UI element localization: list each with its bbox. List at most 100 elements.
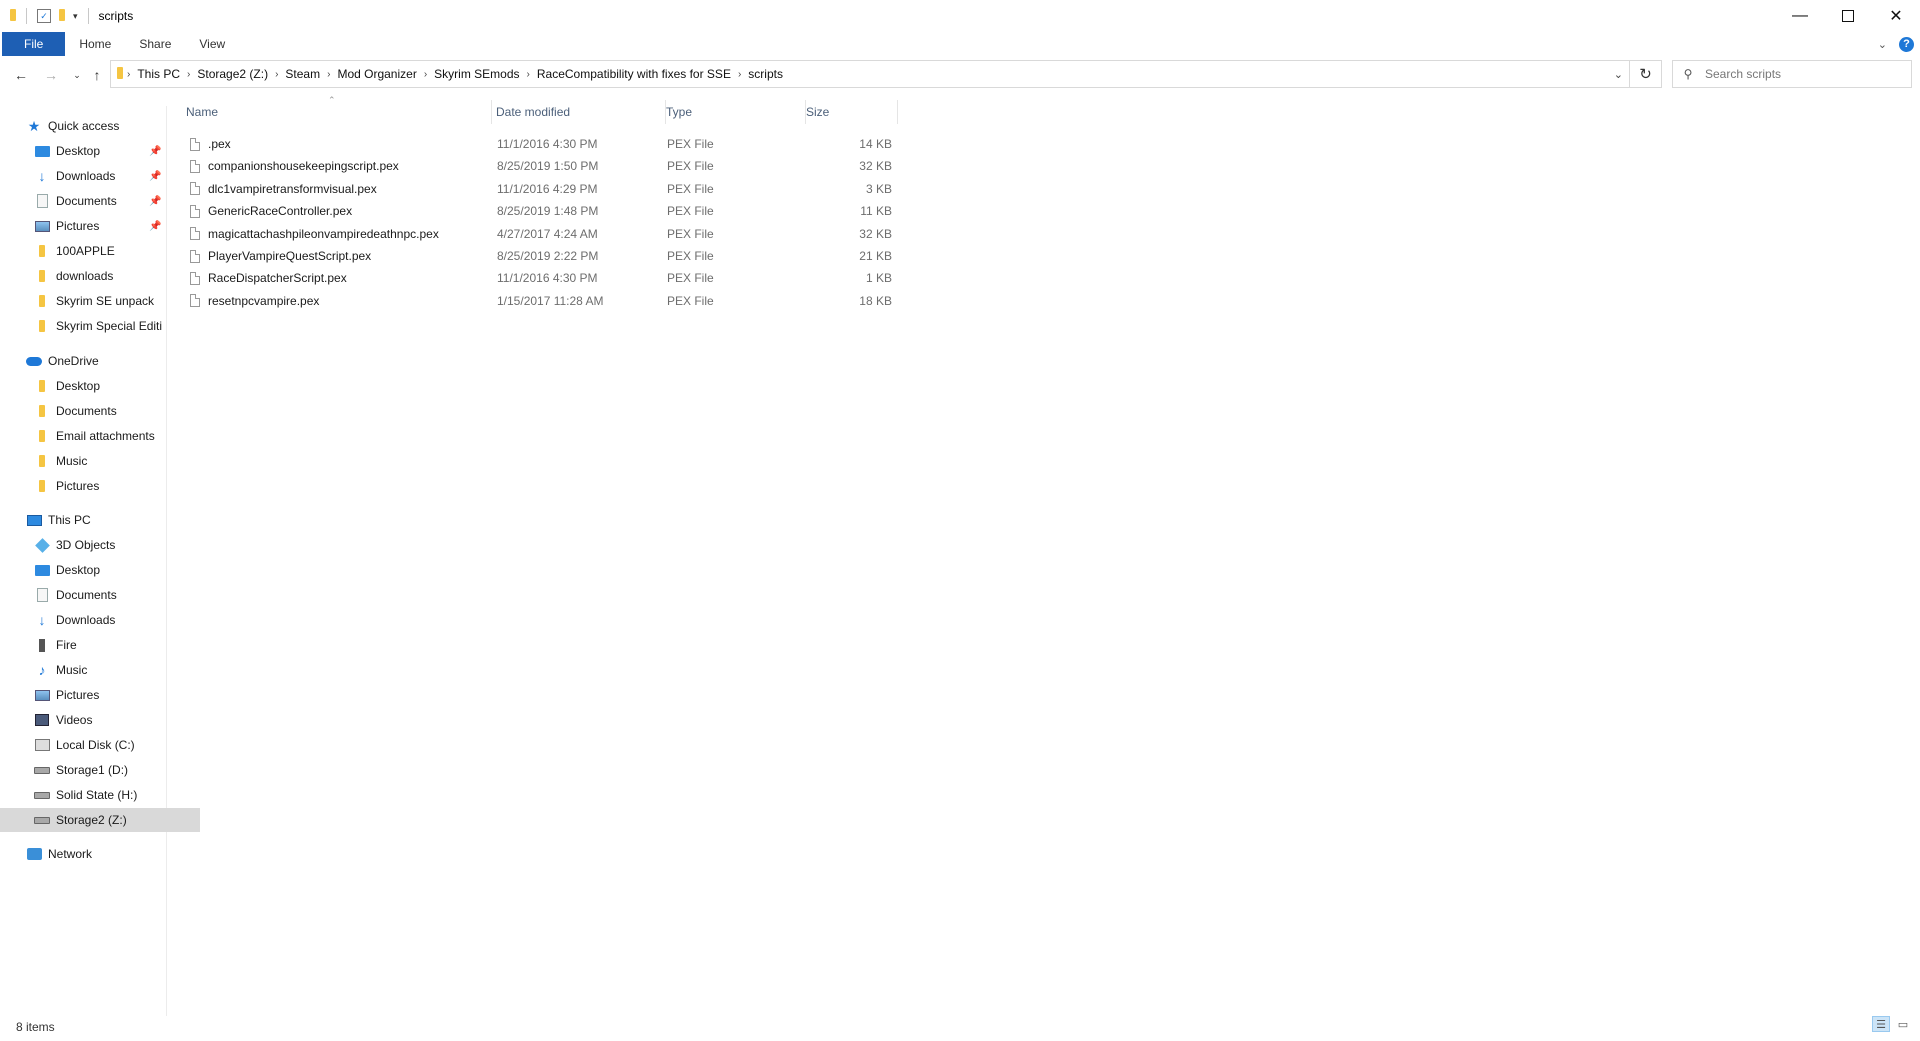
crumb-mod-organizer[interactable]: Mod Organizer [330, 67, 423, 81]
sidebar-item-documents[interactable]: Documents 📌 [0, 189, 200, 213]
file-row[interactable]: .pex 11/1/2016 4:30 PM PEX File 14 KB [186, 133, 896, 155]
close-icon[interactable]: ✕ [1872, 0, 1920, 32]
pin-icon[interactable]: 📌 [149, 221, 161, 232]
desktop-icon [34, 562, 50, 578]
crumb-scripts[interactable]: scripts [741, 67, 790, 81]
pin-icon[interactable]: 📌 [149, 146, 161, 157]
sidebar-item-onedrive-documents[interactable]: Documents [0, 399, 200, 423]
column-header-name[interactable]: Name [186, 100, 492, 124]
column-header-size[interactable]: Size [806, 100, 898, 124]
file-icon [190, 133, 200, 155]
crumb-racecompatibility[interactable]: RaceCompatibility with fixes for SSE [530, 67, 738, 81]
sidebar-item-solid-state-h[interactable]: Solid State (H:) [0, 783, 200, 807]
file-name: dlc1vampiretransformvisual.pex [208, 181, 377, 196]
sidebar-item-onedrive[interactable]: OneDrive [0, 349, 192, 373]
sidebar-item-label: Quick access [48, 119, 120, 133]
sidebar-item-pc-documents[interactable]: Documents [0, 583, 200, 607]
sidebar-item-onedrive-desktop[interactable]: Desktop [0, 374, 200, 398]
file-row[interactable]: resetnpcvampire.pex 1/15/2017 11:28 AM PEX… [186, 290, 896, 312]
help-icon[interactable]: ? [1899, 36, 1914, 52]
sidebar-item-skyrim-se-unpack[interactable]: Skyrim SE unpack [0, 289, 200, 313]
sidebar-item-storage1-d[interactable]: Storage1 (D:) [0, 758, 200, 782]
large-icons-view-icon[interactable]: ▭ [1894, 1016, 1912, 1032]
file-row[interactable]: PlayerVampireQuestScript.pex 8/25/2019 2:… [186, 245, 896, 267]
search-input[interactable] [1703, 66, 1897, 82]
navigation-pane: ★ Quick access Desktop 📌 ↓ Downloads 📌 D… [0, 106, 200, 1016]
sidebar-item-desktop[interactable]: Desktop 📌 [0, 139, 200, 163]
sidebar-item-downloads[interactable]: ↓ Downloads 📌 [0, 164, 200, 188]
sidebar-item-skyrim-special-edition[interactable]: Skyrim Special Editi [0, 314, 200, 338]
sidebar-item-fire[interactable]: Fire [0, 633, 200, 657]
tab-home[interactable]: Home [65, 32, 125, 56]
sidebar-item-label: 100APPLE [56, 244, 115, 258]
crumb-storage2[interactable]: Storage2 (Z:) [190, 67, 275, 81]
file-name: magicattachashpileonvampiredeathnpc.pex [208, 226, 439, 241]
column-header-type[interactable]: Type [666, 100, 806, 124]
file-size: 14 KB [859, 137, 892, 151]
pin-icon[interactable]: 📌 [149, 171, 161, 182]
folder-icon [34, 268, 50, 284]
sidebar-item-pc-pictures[interactable]: Pictures [0, 683, 200, 707]
details-view-icon[interactable]: ☰ [1872, 1016, 1890, 1032]
crumb-steam[interactable]: Steam [278, 67, 327, 81]
file-icon [190, 155, 200, 177]
sidebar-item-onedrive-music[interactable]: Music [0, 449, 200, 473]
sidebar-item-downloads-folder[interactable]: downloads [0, 264, 200, 288]
up-icon[interactable]: ↑ [86, 62, 108, 88]
sidebar-item-label: Skyrim SE unpack [56, 294, 155, 308]
file-row[interactable]: RaceDispatcherScript.pex 11/1/2016 4:30 P… [186, 267, 896, 289]
file-row[interactable]: dlc1vampiretransformvisual.pex 11/1/2016 … [186, 178, 896, 200]
sidebar-item-3d-objects[interactable]: 3D Objects [0, 533, 200, 557]
pin-icon[interactable]: 📌 [149, 196, 161, 207]
tab-file[interactable]: File [2, 32, 66, 56]
minimize-icon[interactable]: — [1776, 0, 1824, 32]
sidebar-item-label: downloads [56, 269, 114, 283]
sidebar-item-100apple[interactable]: 100APPLE [0, 239, 200, 263]
properties-checkbox-icon[interactable]: ✓ [37, 9, 51, 23]
maximize-icon[interactable] [1824, 0, 1872, 32]
tab-view[interactable]: View [185, 32, 239, 56]
file-type: PEX File [667, 159, 714, 174]
search-box[interactable]: ⚲ [1672, 60, 1912, 88]
file-row[interactable]: magicattachashpileonvampiredeathnpc.pex 4… [186, 223, 896, 245]
expand-ribbon-icon[interactable]: ⌄ [1878, 38, 1887, 51]
customize-toolbar-icon[interactable]: ▾ [73, 11, 78, 22]
sidebar-item-network[interactable]: Network [0, 842, 192, 866]
ribbon: File Home Share View ⌄ ? [0, 32, 1920, 56]
sidebar-item-local-disk-c[interactable]: Local Disk (C:) [0, 733, 200, 757]
sidebar-item-pc-music[interactable]: ♪ Music [0, 658, 200, 682]
file-row[interactable]: GenericRaceController.pex 8/25/2019 1:48 … [186, 200, 896, 222]
videos-icon [34, 712, 50, 728]
sidebar-item-email-attachments[interactable]: Email attachments [0, 424, 200, 448]
tab-share[interactable]: Share [125, 32, 185, 56]
folder-icon [34, 403, 50, 419]
sidebar-item-pc-downloads[interactable]: ↓ Downloads [0, 608, 200, 632]
file-icon [190, 223, 200, 245]
crumb-this-pc[interactable]: This PC [130, 67, 187, 81]
forward-icon[interactable]: → [40, 62, 62, 88]
refresh-icon[interactable]: ↻ [1630, 60, 1662, 88]
desktop-icon [34, 143, 50, 159]
sidebar-item-videos[interactable]: Videos [0, 708, 200, 732]
file-size: 18 KB [859, 293, 892, 308]
sidebar-item-pc-desktop[interactable]: Desktop [0, 558, 200, 582]
sidebar-item-storage2-z[interactable]: Storage2 (Z:) [0, 808, 200, 832]
column-header-date[interactable]: Date modified [496, 100, 666, 124]
sidebar-item-label: Storage1 (D:) [56, 763, 129, 777]
sidebar-item-label: This PC [48, 513, 91, 527]
file-row[interactable]: companionshousekeepingscript.pex 8/25/201… [186, 155, 896, 177]
file-type: PEX File [667, 249, 714, 263]
file-date: 1/15/2017 11:28 AM [497, 293, 604, 308]
chevron-down-icon[interactable]: ⌄ [1614, 61, 1623, 87]
sidebar-item-pictures[interactable]: Pictures 📌 [0, 214, 200, 238]
sidebar-item-onedrive-pictures[interactable]: Pictures [0, 474, 200, 498]
file-date: 8/25/2019 1:50 PM [497, 159, 599, 174]
back-icon[interactable]: ← [10, 62, 32, 88]
folder-icon [34, 378, 50, 394]
sidebar-item-quick-access[interactable]: ★ Quick access [0, 114, 192, 138]
recent-locations-icon[interactable]: ⌄ [66, 62, 88, 88]
crumb-skyrim-semods[interactable]: Skyrim SEmods [427, 67, 526, 81]
address-bar[interactable]: › This PC › Storage2 (Z:) › Steam › Mod … [110, 60, 1630, 88]
new-folder-icon[interactable] [59, 8, 65, 24]
sidebar-item-this-pc[interactable]: This PC [0, 508, 192, 532]
